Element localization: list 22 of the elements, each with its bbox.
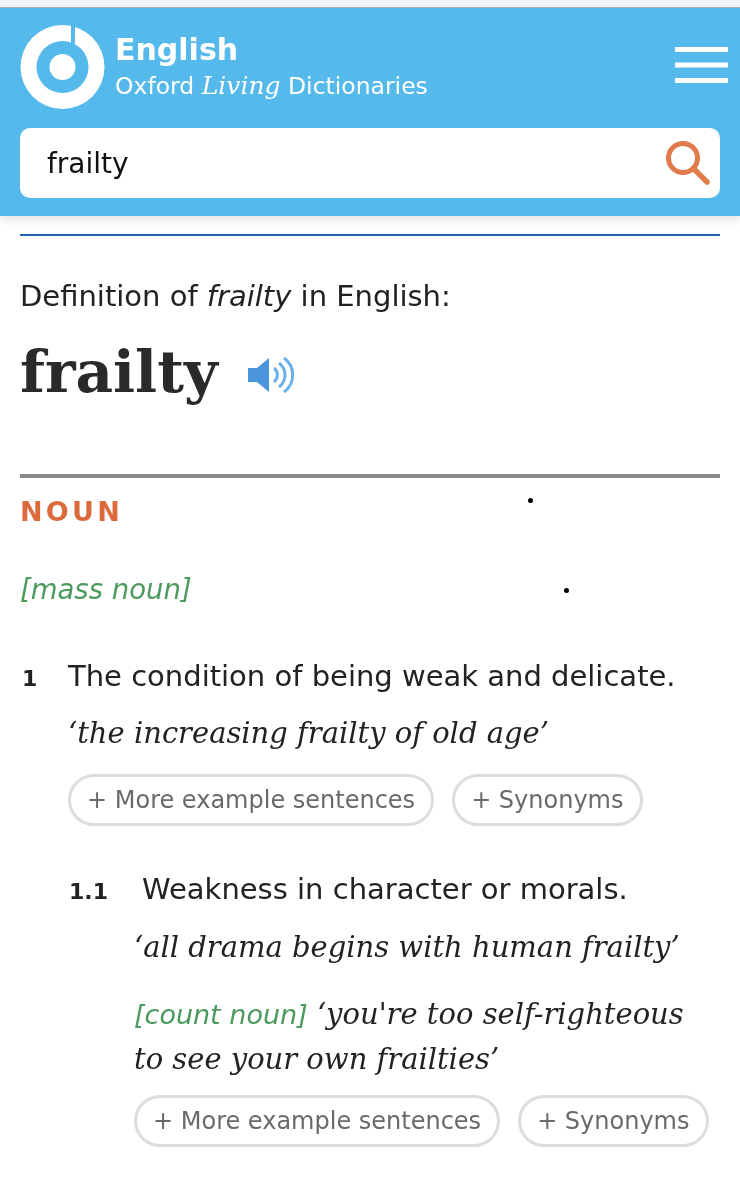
example-sentence: [count noun] ‘you're too self-righteous to see your own frailties’ — [134, 996, 685, 1078]
example-sentence: ‘the increasing frailty of old age’ — [68, 715, 549, 752]
search-icon[interactable] — [665, 140, 710, 185]
definition-text: The condition of being weak and delicate. — [68, 658, 676, 695]
sense-number: 1 — [21, 665, 39, 693]
sense-number: 1.1 — [68, 878, 109, 906]
headword: frailty — [20, 337, 218, 408]
synonyms-button[interactable]: + Synonyms — [518, 1095, 709, 1147]
more-examples-button[interactable]: + More example sentences — [68, 774, 435, 826]
more-examples-button[interactable]: + More example sentences — [134, 1095, 501, 1147]
grammar-label: [mass noun] — [20, 572, 192, 607]
menu-icon[interactable] — [675, 47, 728, 83]
logo-subtitle: Oxford Living Dictionaries — [115, 70, 428, 102]
search-field[interactable]: frailty — [20, 128, 720, 198]
definition-heading: Definition of frailty in English: — [20, 278, 451, 314]
example-sentence: ‘all drama begins with human frailty’ — [134, 929, 680, 966]
synonyms-button[interactable]: + Synonyms — [452, 774, 643, 826]
speaker-icon[interactable] — [247, 356, 295, 394]
part-of-speech: NOUN — [20, 495, 124, 529]
logo-icon[interactable] — [20, 25, 105, 109]
logo-title: English — [115, 33, 239, 67]
definition-text: Weakness in character or morals. — [142, 871, 628, 908]
